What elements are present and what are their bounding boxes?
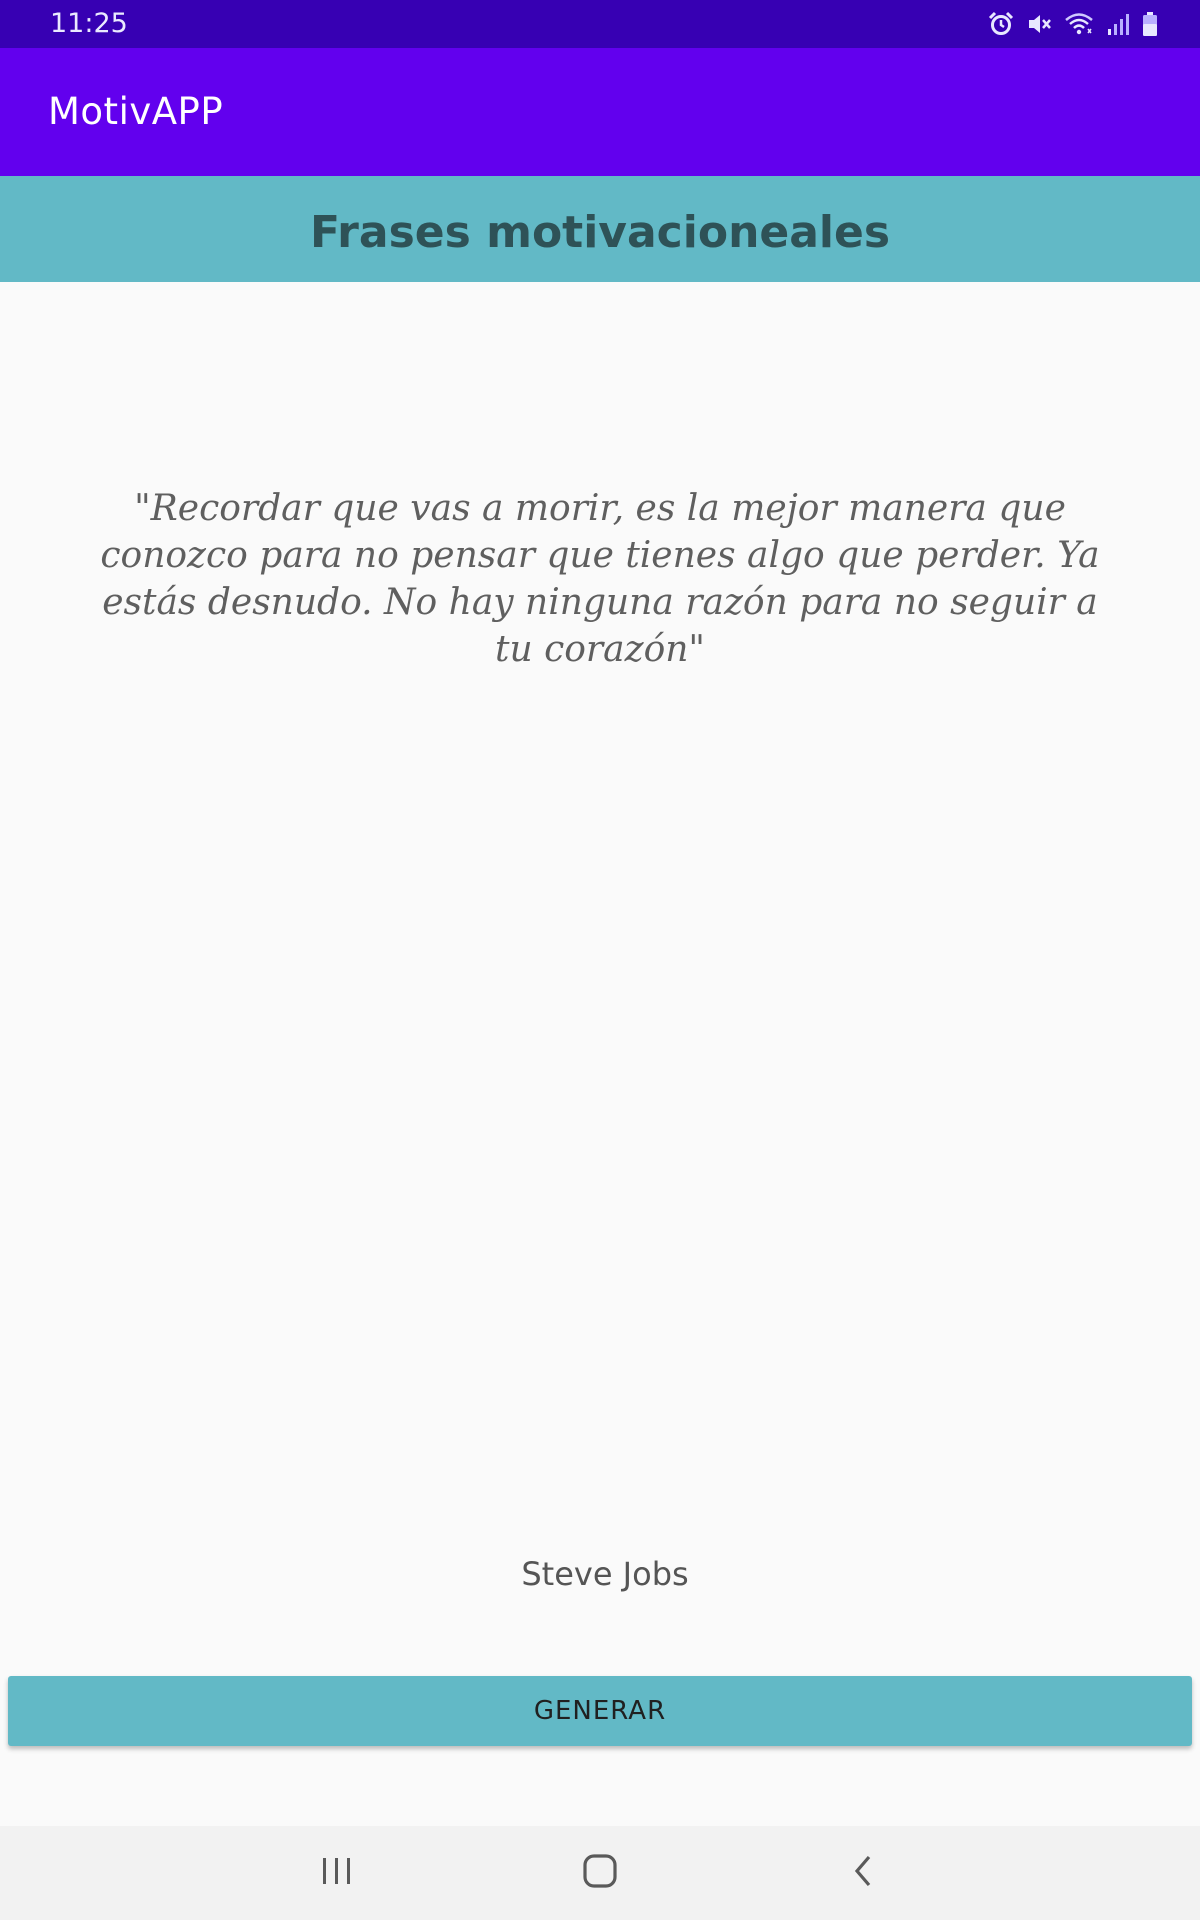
quote-text: "Recordar que vas a morir, es la mejor m… bbox=[100, 488, 1100, 670]
recent-apps-icon bbox=[319, 1855, 355, 1891]
header-banner: Frases motivacioneales bbox=[0, 176, 1200, 282]
back-button[interactable] bbox=[823, 1843, 903, 1903]
navigation-bar bbox=[0, 1826, 1200, 1920]
alarm-icon bbox=[988, 11, 1014, 37]
app-title: MotivAPP bbox=[48, 90, 224, 133]
home-icon bbox=[582, 1853, 618, 1893]
home-button[interactable] bbox=[560, 1843, 640, 1903]
signal-icon bbox=[1106, 11, 1130, 37]
status-bar: 11:25 bbox=[0, 0, 1200, 48]
wifi-icon bbox=[1064, 11, 1094, 37]
battery-icon bbox=[1142, 11, 1158, 37]
status-icons bbox=[988, 8, 1158, 40]
quote-author: Steve Jobs bbox=[521, 1555, 689, 1593]
recent-apps-button[interactable] bbox=[297, 1843, 377, 1903]
app-bar: MotivAPP bbox=[0, 48, 1200, 176]
header-title: Frases motivacioneales bbox=[309, 206, 891, 258]
generate-button[interactable]: GENERAR bbox=[8, 1676, 1192, 1746]
mute-icon bbox=[1026, 11, 1052, 37]
status-time: 11:25 bbox=[50, 8, 128, 39]
back-icon bbox=[849, 1853, 877, 1893]
